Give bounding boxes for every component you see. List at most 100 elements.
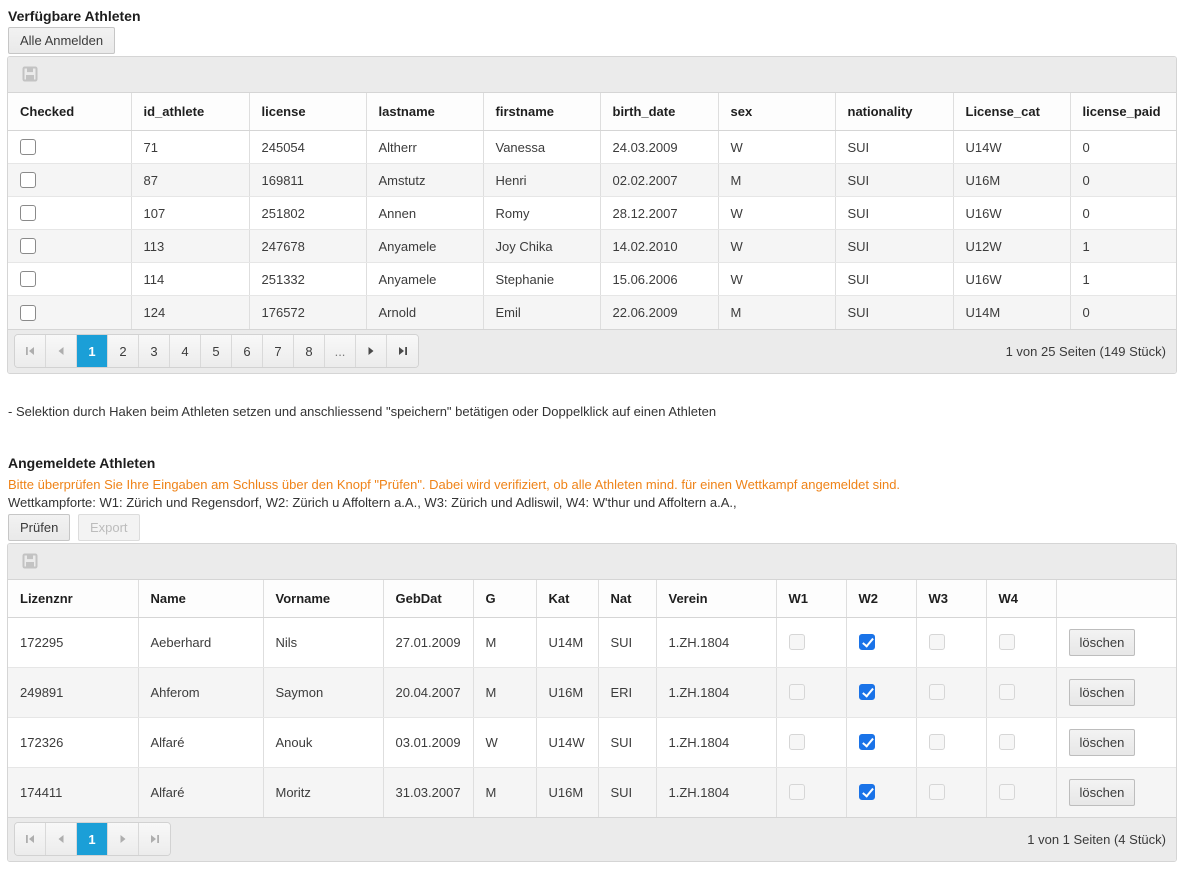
w4-checkbox[interactable] <box>999 784 1015 800</box>
prev-page-button[interactable] <box>46 823 77 855</box>
save-icon[interactable] <box>22 66 1176 82</box>
page-button[interactable]: 3 <box>139 335 170 367</box>
w3-checkbox[interactable] <box>929 734 945 750</box>
col-vorname[interactable]: Vorname <box>263 580 383 618</box>
seek-last-icon <box>149 833 161 845</box>
check-button[interactable]: Prüfen <box>8 514 70 541</box>
next-page-button[interactable] <box>356 335 387 367</box>
page-button[interactable]: 2 <box>108 335 139 367</box>
registered-table-body: 172295AeberhardNils27.01.2009MU14MSUI1.Z… <box>8 617 1176 817</box>
cell-id_athlete: 71 <box>131 131 249 164</box>
col-lastname[interactable]: lastname <box>366 93 483 131</box>
page-button[interactable]: 1 <box>77 823 108 855</box>
more-pages-button[interactable]: ... <box>325 335 356 367</box>
w4-checkbox[interactable] <box>999 684 1015 700</box>
col-gebdat[interactable]: GebDat <box>383 580 473 618</box>
table-row[interactable]: 113247678AnyameleJoy Chika14.02.2010WSUI… <box>8 230 1176 263</box>
table-row[interactable]: 71245054AltherrVanessa24.03.2009WSUIU14W… <box>8 131 1176 164</box>
delete-button[interactable]: löschen <box>1069 729 1136 756</box>
cell-w4 <box>986 767 1056 817</box>
col-name[interactable]: Name <box>138 580 263 618</box>
row-select-checkbox[interactable] <box>20 271 36 287</box>
w3-checkbox[interactable] <box>929 634 945 650</box>
cell-w3 <box>916 717 986 767</box>
seek-last-button[interactable] <box>139 823 170 855</box>
next-page-button[interactable] <box>108 823 139 855</box>
w1-checkbox[interactable] <box>789 634 805 650</box>
col-license-cat[interactable]: License_cat <box>953 93 1070 131</box>
w4-checkbox[interactable] <box>999 734 1015 750</box>
cell-actions: löschen <box>1056 717 1176 767</box>
w3-checkbox[interactable] <box>929 784 945 800</box>
registered-athletes-table: Lizenznr Name Vorname GebDat G Kat Nat V… <box>8 580 1176 817</box>
prev-page-button[interactable] <box>46 335 77 367</box>
table-row[interactable]: 114251332AnyameleStephanie15.06.2006WSUI… <box>8 263 1176 296</box>
cell-nationality: SUI <box>835 263 953 296</box>
registered-athletes-grid: Lizenznr Name Vorname GebDat G Kat Nat V… <box>7 543 1177 862</box>
table-row[interactable]: 107251802AnnenRomy28.12.2007WSUIU16W0 <box>8 197 1176 230</box>
col-w4[interactable]: W4 <box>986 580 1056 618</box>
col-license-paid[interactable]: license_paid <box>1070 93 1176 131</box>
col-id-athlete[interactable]: id_athlete <box>131 93 249 131</box>
cell-license_cat: U12W <box>953 230 1070 263</box>
row-select-checkbox[interactable] <box>20 238 36 254</box>
table-row[interactable]: 172295AeberhardNils27.01.2009MU14MSUI1.Z… <box>8 617 1176 667</box>
w2-checkbox[interactable] <box>859 634 875 650</box>
row-select-checkbox[interactable] <box>20 205 36 221</box>
col-w2[interactable]: W2 <box>846 580 916 618</box>
table-row[interactable]: 172326AlfaréAnouk03.01.2009WU14WSUI1.ZH.… <box>8 717 1176 767</box>
cell-checked <box>8 197 131 230</box>
w1-checkbox[interactable] <box>789 684 805 700</box>
col-lizenznr[interactable]: Lizenznr <box>8 580 138 618</box>
col-firstname[interactable]: firstname <box>483 93 600 131</box>
table-row[interactable]: 124176572ArnoldEmil22.06.2009MSUIU14M0 <box>8 296 1176 329</box>
seek-first-button[interactable] <box>15 335 46 367</box>
cell-vorname: Nils <box>263 617 383 667</box>
cell-firstname: Emil <box>483 296 600 329</box>
delete-button[interactable]: löschen <box>1069 779 1136 806</box>
col-nationality[interactable]: nationality <box>835 93 953 131</box>
col-w1[interactable]: W1 <box>776 580 846 618</box>
w3-checkbox[interactable] <box>929 684 945 700</box>
enroll-all-button[interactable]: Alle Anmelden <box>8 27 115 54</box>
row-select-checkbox[interactable] <box>20 139 36 155</box>
w2-checkbox[interactable] <box>859 684 875 700</box>
col-g[interactable]: G <box>473 580 536 618</box>
col-verein[interactable]: Verein <box>656 580 776 618</box>
col-w3[interactable]: W3 <box>916 580 986 618</box>
cell-firstname: Romy <box>483 197 600 230</box>
col-birth-date[interactable]: birth_date <box>600 93 718 131</box>
cell-license: 245054 <box>249 131 366 164</box>
col-nat[interactable]: Nat <box>598 580 656 618</box>
col-checked[interactable]: Checked <box>8 93 131 131</box>
page-button[interactable]: 5 <box>201 335 232 367</box>
col-kat[interactable]: Kat <box>536 580 598 618</box>
col-sex[interactable]: sex <box>718 93 835 131</box>
row-select-checkbox[interactable] <box>20 305 36 321</box>
page-button[interactable]: 1 <box>77 335 108 367</box>
w1-checkbox[interactable] <box>789 784 805 800</box>
seek-last-button[interactable] <box>387 335 418 367</box>
cell-kat: U14M <box>536 617 598 667</box>
cell-w2 <box>846 717 916 767</box>
available-section-title: Verfügbare Athleten <box>8 8 1177 24</box>
w2-checkbox[interactable] <box>859 734 875 750</box>
delete-button[interactable]: löschen <box>1069 629 1136 656</box>
page-button[interactable]: 7 <box>263 335 294 367</box>
save-icon[interactable] <box>22 553 1176 569</box>
row-select-checkbox[interactable] <box>20 172 36 188</box>
page-button[interactable]: 6 <box>232 335 263 367</box>
page-button[interactable]: 8 <box>294 335 325 367</box>
table-row[interactable]: 174411AlfaréMoritz31.03.2007MU16MSUI1.ZH… <box>8 767 1176 817</box>
cell-checked <box>8 296 131 329</box>
table-row[interactable]: 249891AhferomSaymon20.04.2007MU16MERI1.Z… <box>8 667 1176 717</box>
seek-first-button[interactable] <box>15 823 46 855</box>
w2-checkbox[interactable] <box>859 784 875 800</box>
w4-checkbox[interactable] <box>999 634 1015 650</box>
prev-page-icon <box>55 345 67 357</box>
delete-button[interactable]: löschen <box>1069 679 1136 706</box>
w1-checkbox[interactable] <box>789 734 805 750</box>
col-license[interactable]: license <box>249 93 366 131</box>
page-button[interactable]: 4 <box>170 335 201 367</box>
table-row[interactable]: 87169811AmstutzHenri02.02.2007MSUIU16M0 <box>8 164 1176 197</box>
